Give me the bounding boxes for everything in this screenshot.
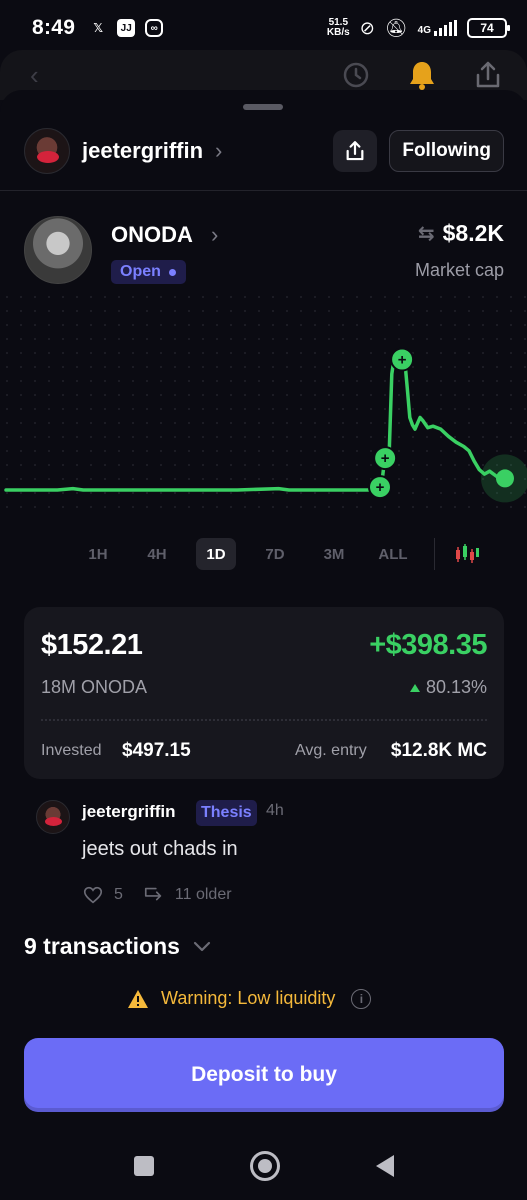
buy-marker-label: +: [398, 352, 407, 369]
chevron-right-icon[interactable]: ›: [215, 138, 222, 164]
status-bar: 8:49 𝕏 JJ ∞ 51.5 KB/s ⊘ 🔕︎ 4G 74: [0, 0, 527, 56]
current-price-dot: [496, 469, 514, 488]
invested-value: $497.15: [122, 740, 191, 761]
status-dot-icon: [168, 268, 176, 276]
thesis-badge: Thesis: [196, 800, 257, 826]
market-cap-value[interactable]: ⇆ $8.2K: [418, 220, 504, 247]
profile-row: jeetergriffin › Following: [24, 128, 504, 174]
range-tab-1h[interactable]: 1H: [78, 538, 118, 570]
warning-icon: [128, 989, 148, 1008]
network-speed-unit: KB/s: [326, 27, 350, 38]
thread-icon[interactable]: [143, 884, 165, 906]
avatar[interactable]: [24, 128, 70, 174]
post-username[interactable]: jeetergriffin: [82, 802, 176, 822]
deposit-button[interactable]: Deposit to buy: [24, 1038, 504, 1112]
status-time: 8:49: [32, 16, 76, 39]
link-app-icon: ∞: [145, 19, 164, 37]
market-cap-amount: $8.2K: [442, 220, 504, 246]
avg-entry-label: Avg. entry: [295, 742, 367, 759]
chevron-left-icon[interactable]: ‹: [30, 60, 39, 91]
range-tab-1d[interactable]: 1D: [196, 538, 236, 570]
swap-icon[interactable]: ⇆: [418, 221, 435, 246]
share-button[interactable]: [333, 130, 378, 172]
position-pnl-percent-value: 80.13%: [425, 677, 487, 697]
price-chart[interactable]: + + +: [0, 290, 527, 520]
older-posts-link[interactable]: 11 older: [175, 886, 232, 904]
like-count: 5: [114, 886, 123, 903]
x-app-icon: 𝕏: [93, 21, 104, 35]
token-header: ONODA › Open ⇆ $8.2K Market cap: [24, 216, 504, 286]
transactions-toggle[interactable]: 9 transactions: [24, 933, 212, 960]
network-speed: 51.5 KB/s: [327, 18, 350, 38]
invested-label: Invested: [41, 742, 102, 759]
buy-marker-label: +: [376, 479, 385, 496]
back-icon[interactable]: [375, 1155, 394, 1177]
range-tab-3m[interactable]: 3M: [314, 538, 354, 570]
profile-username[interactable]: jeetergriffin: [82, 138, 203, 164]
position-pnl: +$398.35: [369, 629, 487, 661]
signal-icon: 4G: [418, 20, 457, 36]
sheet-handle[interactable]: [243, 104, 283, 110]
up-triangle-icon: [409, 683, 420, 692]
buy-marker[interactable]: +: [390, 347, 415, 372]
liquidity-warning: Warning: Low liquidity i: [127, 988, 372, 1009]
time-range-selector: 1H 4H 1D 7D 3M ALL: [78, 536, 508, 572]
chevron-down-icon: [193, 941, 211, 951]
app-notification-icon: JJ: [117, 19, 136, 37]
transactions-label: 9 transactions: [24, 933, 180, 959]
avatar[interactable]: [36, 800, 70, 834]
divider: [0, 190, 527, 191]
token-avatar[interactable]: [24, 216, 92, 284]
battery-icon: 74: [467, 18, 510, 38]
dotted-divider: [41, 719, 487, 721]
position-card: $152.21 +$398.35 18M ONODA 80.13% Invest…: [24, 607, 504, 779]
post-actions: 5 11 older: [82, 884, 232, 906]
buy-marker[interactable]: +: [373, 446, 398, 471]
position-value: $152.21: [41, 629, 143, 661]
buy-marker-label: +: [381, 450, 390, 467]
buy-marker[interactable]: +: [367, 475, 392, 500]
home-icon[interactable]: [249, 1151, 280, 1181]
status-badge: Open: [111, 260, 186, 284]
notification-icons: 𝕏 JJ ∞: [89, 19, 164, 37]
status-badge-label: Open: [120, 263, 161, 280]
bell-icon[interactable]: [405, 58, 439, 92]
range-divider: [434, 538, 435, 570]
token-name[interactable]: ONODA: [111, 222, 193, 248]
hotspot-icon: ⊘: [359, 17, 375, 38]
system-nav-bar: [0, 1142, 527, 1190]
share-icon: [346, 141, 364, 161]
post-time: 4h: [266, 802, 284, 819]
position-amount: 18M ONODA: [41, 677, 148, 697]
market-cap-label: Market cap: [414, 260, 504, 280]
battery-level: 74: [480, 21, 494, 35]
post-text: jeets out chads in: [82, 838, 238, 860]
thesis-post[interactable]: jeetergriffin Thesis 4h jeets out chads …: [36, 798, 496, 908]
range-tab-all[interactable]: ALL: [373, 538, 413, 570]
position-pnl-percent: 80.13%: [409, 677, 487, 698]
recents-icon[interactable]: [133, 1156, 154, 1176]
network-type: 4G: [417, 25, 431, 36]
chevron-right-icon[interactable]: ›: [211, 222, 218, 248]
range-tab-4h[interactable]: 4H: [137, 538, 177, 570]
warning-text: Warning: Low liquidity: [161, 988, 336, 1008]
chart-svg: + + +: [4, 347, 527, 503]
share-icon[interactable]: [471, 58, 505, 92]
range-tab-7d[interactable]: 7D: [255, 538, 295, 570]
candlestick-icon[interactable]: [453, 540, 481, 568]
heart-icon[interactable]: [82, 884, 104, 906]
token-sheet: jeetergriffin › Following ONODA › Open ⇆…: [0, 90, 527, 1200]
following-button[interactable]: Following: [389, 130, 504, 172]
mute-icon: 🔕︎: [384, 17, 408, 38]
avg-entry-value: $12.8K MC: [390, 740, 487, 761]
info-icon[interactable]: i: [351, 988, 372, 1009]
price-line: [4, 350, 507, 492]
history-icon[interactable]: [339, 58, 373, 92]
